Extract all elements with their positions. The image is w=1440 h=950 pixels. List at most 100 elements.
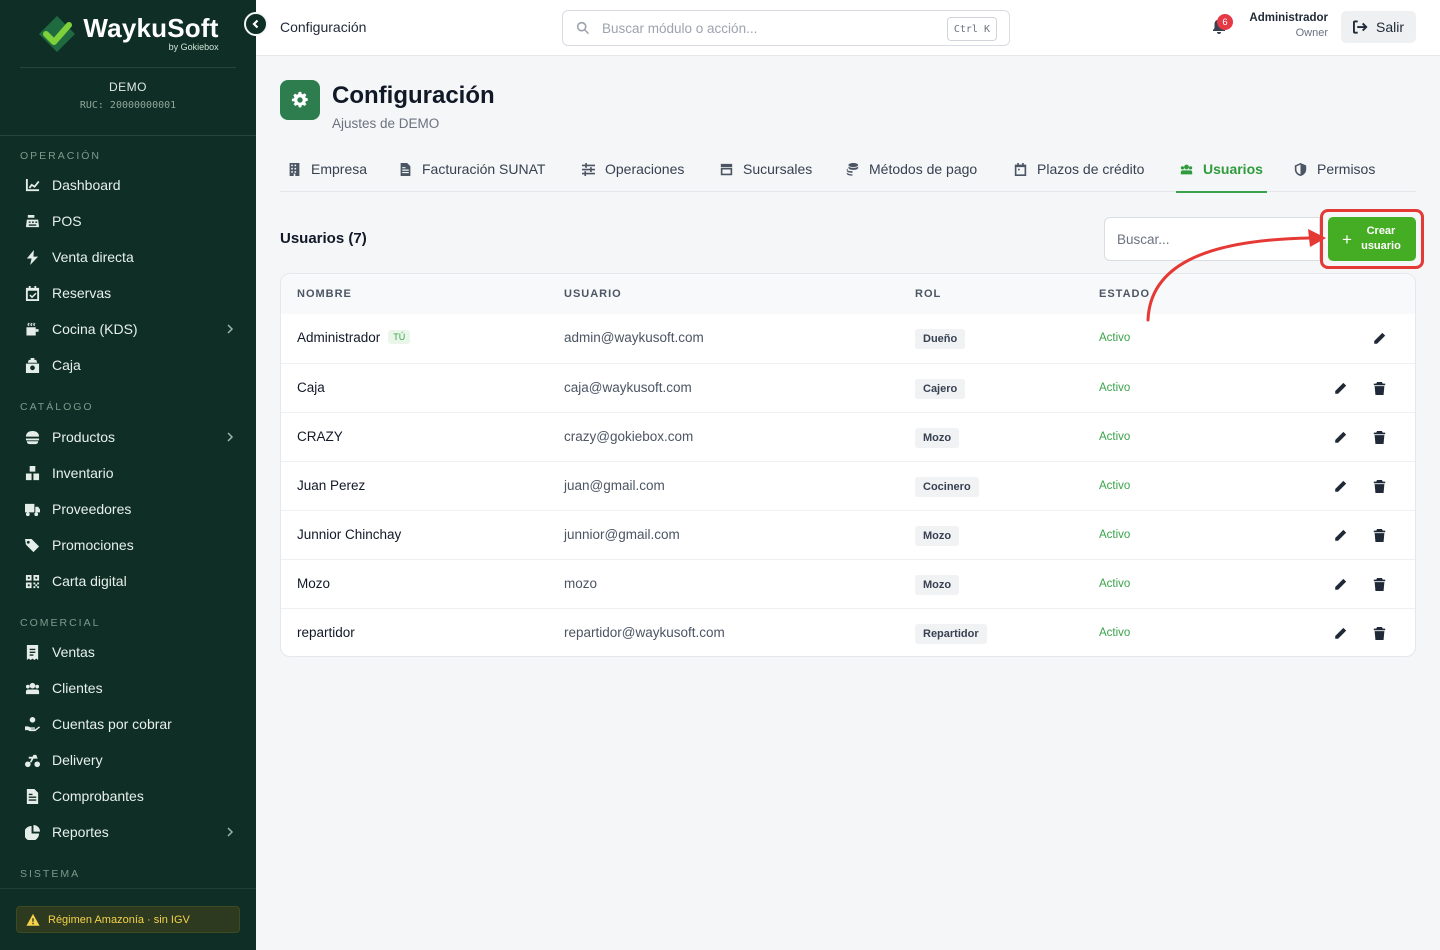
create-user-button[interactable]: + Crear usuario	[1328, 217, 1416, 261]
sidebar-item-promociones[interactable]: Promociones	[0, 527, 256, 563]
table-row[interactable]: Caja caja@waykusoft.com Cajero Activo	[281, 363, 1415, 412]
divider	[0, 888, 256, 889]
tab-label: Métodos de pago	[869, 161, 978, 177]
user-name-cell: CRAZY	[297, 429, 343, 444]
hand-coin-icon	[24, 716, 40, 731]
status-badge: Activo	[1099, 431, 1131, 443]
sidebar-item-pos[interactable]: POS	[0, 203, 256, 239]
role-badge: Mozo	[915, 526, 960, 546]
delete-icon[interactable]	[1371, 625, 1387, 641]
sidebar-item-label: Dashboard	[52, 177, 121, 193]
coins-icon	[846, 162, 859, 176]
tab-usuarios[interactable]: Usuarios	[1176, 146, 1267, 193]
tab-permisos[interactable]: Permisos	[1294, 146, 1375, 192]
sidebar-item-cocina-kds[interactable]: Cocina (KDS)	[0, 311, 256, 347]
waykusoft-logo-icon	[37, 14, 77, 54]
sidebar-section-title: OPERACIÓN	[20, 150, 102, 162]
global-search-input[interactable]: Buscar módulo o acción... Ctrl K	[562, 10, 1010, 46]
sidebar-item-label: Promociones	[52, 537, 134, 553]
collapse-sidebar-button[interactable]	[244, 12, 268, 36]
search-placeholder: Buscar módulo o acción...	[602, 20, 758, 36]
sidebar-item-label: Comprobantes	[52, 788, 144, 804]
sidebar-item-comprobantes[interactable]: Comprobantes	[0, 778, 256, 814]
search-shortcut: Ctrl K	[946, 17, 997, 41]
sidebar-item-carta-digital[interactable]: Carta digital	[0, 563, 256, 599]
logout-label: Salir	[1375, 19, 1404, 35]
tab-plazos-de-cr-dito[interactable]: Plazos de crédito	[1014, 146, 1144, 192]
delete-icon[interactable]	[1371, 478, 1387, 494]
sidebar-item-cuentas-por-cobrar[interactable]: Cuentas por cobrar	[0, 706, 256, 742]
sidebar-item-caja[interactable]: Caja	[0, 347, 256, 383]
plus-icon: +	[1342, 229, 1352, 249]
edit-icon[interactable]	[1332, 576, 1348, 592]
sidebar-item-reservas[interactable]: Reservas	[0, 275, 256, 311]
sidebar-item-label: Caja	[52, 357, 81, 373]
tab-facturaci-n-sunat[interactable]: Facturación SUNAT	[399, 146, 545, 192]
settings-gear-icon	[280, 80, 320, 120]
table-row[interactable]: CRAZY crazy@gokiebox.com Mozo Activo	[281, 412, 1415, 461]
edit-icon[interactable]	[1332, 478, 1348, 494]
role-badge: Cocinero	[915, 477, 979, 497]
user-email-cell: caja@waykusoft.com	[564, 380, 692, 395]
tab-m-todos-de-pago[interactable]: Métodos de pago	[846, 146, 977, 192]
logout-button[interactable]: Salir	[1341, 11, 1416, 43]
delete-icon[interactable]	[1371, 429, 1387, 445]
status-badge: Activo	[1099, 480, 1131, 492]
company-ruc: RUC: 20000000001	[79, 100, 177, 111]
sidebar-item-label: POS	[52, 213, 82, 229]
edit-icon[interactable]	[1332, 527, 1348, 543]
company-info: DEMO RUC: 20000000001	[0, 68, 256, 136]
user-name-cell: Junnior Chinchay	[297, 527, 402, 542]
role-badge: Dueño	[915, 329, 966, 349]
sidebar-item-ventas[interactable]: Ventas	[0, 634, 256, 670]
delete-icon[interactable]	[1371, 380, 1387, 396]
sidebar-section-title: CATÁLOGO	[20, 401, 94, 413]
role-badge: Mozo	[915, 428, 960, 448]
regime-label: Régimen Amazonía · sin IGV	[48, 913, 190, 926]
sidebar-item-clientes[interactable]: Clientes	[0, 670, 256, 706]
tab-sucursales[interactable]: Sucursales	[720, 146, 812, 192]
table-header: NOMBRE USUARIO ROL ESTADO	[281, 274, 1415, 314]
sidebar-item-label: Cuentas por cobrar	[52, 716, 172, 732]
tab-operaciones[interactable]: Operaciones	[582, 146, 684, 192]
sidebar-item-label: Proveedores	[52, 501, 132, 517]
brand[interactable]: WaykuSoft by Gokiebox	[20, 0, 236, 68]
sidebar-section-title: SISTEMA	[20, 868, 81, 880]
sidebar-item-delivery[interactable]: Delivery	[0, 742, 256, 778]
sidebar-item-reportes[interactable]: Reportes	[0, 814, 256, 850]
edit-icon[interactable]	[1332, 380, 1348, 396]
users-icon	[25, 682, 39, 694]
user-menu[interactable]: Administrador Owner	[1249, 12, 1328, 39]
edit-icon[interactable]	[1332, 625, 1348, 641]
user-email-cell: admin@waykusoft.com	[564, 330, 704, 345]
sidebar-item-label: Venta directa	[52, 249, 134, 265]
sidebar: WaykuSoft by Gokiebox DEMO RUC: 20000000…	[0, 0, 256, 950]
status-badge: Activo	[1099, 332, 1131, 344]
users-search-placeholder: Buscar...	[1117, 231, 1170, 247]
tab-empresa[interactable]: Empresa	[288, 146, 367, 192]
tab-label: Empresa	[311, 161, 368, 177]
tab-label: Facturación SUNAT	[422, 161, 546, 177]
column-header-user: USUARIO	[564, 288, 622, 300]
sidebar-item-inventario[interactable]: Inventario	[0, 455, 256, 491]
delete-icon[interactable]	[1371, 576, 1387, 592]
calendar-check-icon	[25, 285, 39, 301]
table-row[interactable]: Administrador TÚ admin@waykusoft.com Dueño A…	[281, 314, 1415, 363]
sidebar-item-venta-directa[interactable]: Venta directa	[0, 239, 256, 275]
delete-icon[interactable]	[1371, 527, 1387, 543]
users-search-input[interactable]: Buscar...	[1104, 217, 1320, 261]
table-row[interactable]: Junnior Chinchay junnior@gmail.com Mozo Act…	[281, 510, 1415, 559]
sidebar-item-label: Clientes	[52, 680, 103, 696]
column-header-role: ROL	[915, 288, 942, 300]
status-badge: Activo	[1099, 382, 1131, 394]
sidebar-item-dashboard[interactable]: Dashboard	[0, 167, 256, 203]
tags-icon	[24, 538, 39, 552]
table-row[interactable]: Juan Perez juan@gmail.com Cocinero Activo	[281, 461, 1415, 510]
edit-icon[interactable]	[1332, 429, 1348, 445]
table-row[interactable]: repartidor repartidor@waykusoft.com Repart…	[281, 608, 1415, 656]
edit-icon[interactable]	[1371, 330, 1387, 346]
sidebar-item-productos[interactable]: Productos	[0, 419, 256, 455]
table-row[interactable]: Mozo mozo Mozo Activo	[281, 559, 1415, 608]
sidebar-item-proveedores[interactable]: Proveedores	[0, 491, 256, 527]
sliders-icon	[582, 162, 595, 176]
